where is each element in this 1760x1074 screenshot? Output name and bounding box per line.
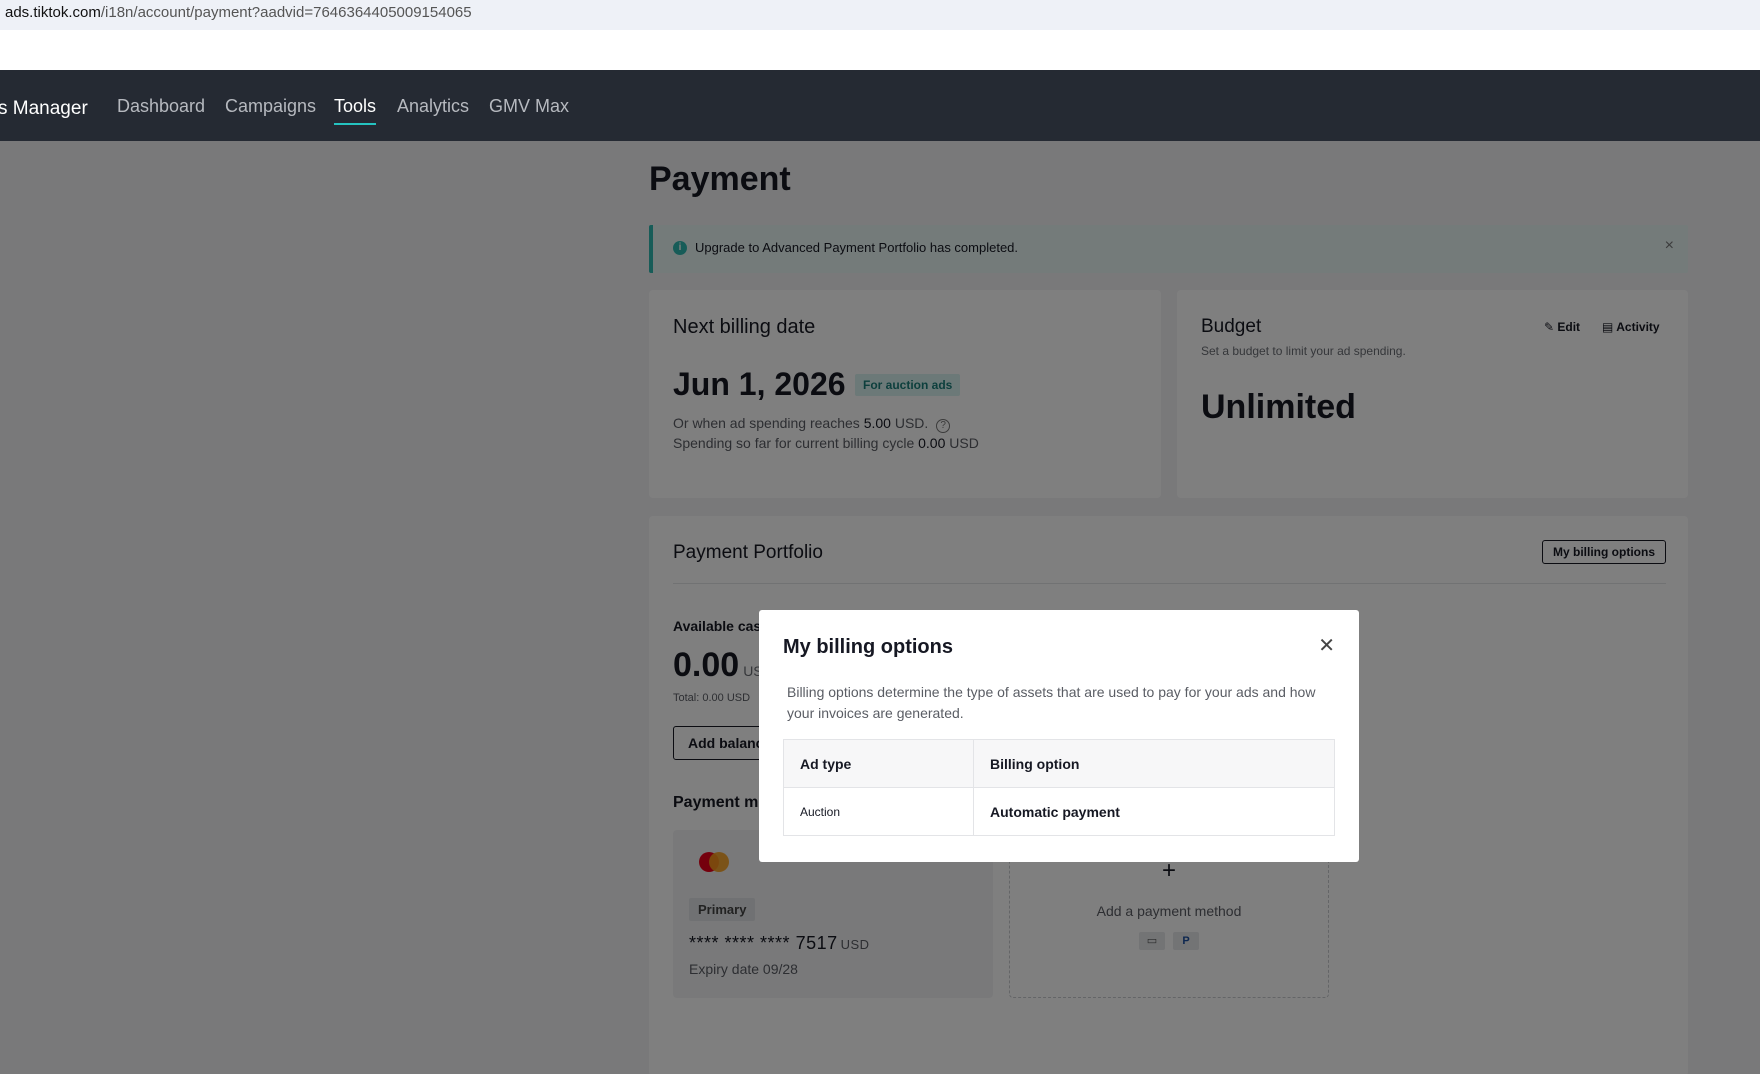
url-bar[interactable]: ads.tiktok.com/i18n/account/payment?aadv… xyxy=(0,0,1760,30)
top-navigation: s Manager Dashboard Campaigns Tools Anal… xyxy=(0,70,1760,141)
brand-title: s Manager xyxy=(0,98,88,119)
ad-type-cell: Auction xyxy=(783,787,974,836)
table-header-row: Ad type Billing option xyxy=(783,739,1335,788)
modal-overlay[interactable] xyxy=(0,141,1760,1074)
close-icon[interactable]: ✕ xyxy=(1318,636,1335,656)
modal-title: My billing options xyxy=(783,636,953,658)
nav-analytics[interactable]: Analytics xyxy=(397,96,469,117)
column-header: Billing option xyxy=(973,739,1335,788)
browser-toolbar-area xyxy=(0,30,1760,70)
column-header: Ad type xyxy=(783,739,974,788)
billing-options-table: Ad type Billing option Auction Automatic… xyxy=(783,739,1335,836)
nav-campaigns[interactable]: Campaigns xyxy=(225,96,316,117)
nav-gmv-max[interactable]: GMV Max xyxy=(489,96,569,117)
billing-options-modal: My billing options ✕ Billing options det… xyxy=(759,610,1359,862)
url-host: ads.tiktok.com xyxy=(5,4,101,21)
url-path: /i18n/account/payment?aadvid=76463644050… xyxy=(100,4,472,21)
modal-description: Billing options determine the type of as… xyxy=(787,684,1316,721)
table-row: Auction Automatic payment xyxy=(783,787,1335,836)
nav-dashboard[interactable]: Dashboard xyxy=(117,96,205,117)
billing-option-cell: Automatic payment xyxy=(973,787,1335,836)
nav-tools[interactable]: Tools xyxy=(334,96,377,125)
